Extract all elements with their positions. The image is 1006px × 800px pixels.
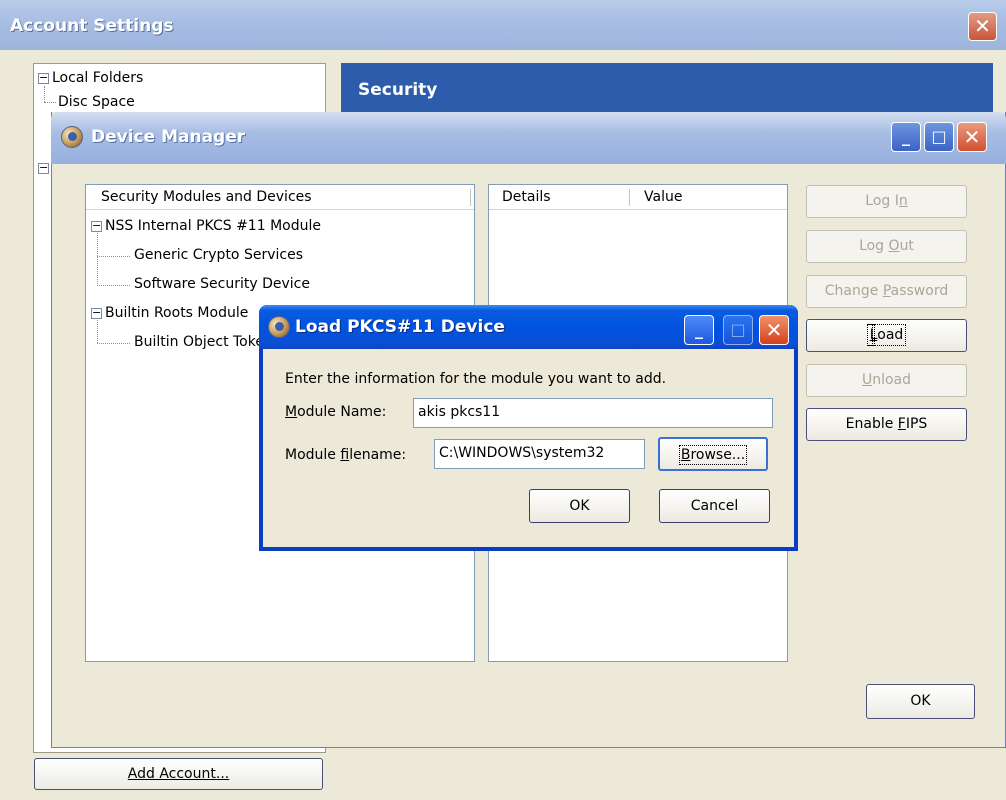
account-settings-title: Account Settings: [10, 16, 174, 36]
tree-item-local-folders[interactable]: − Local Folders: [38, 70, 143, 86]
instruction-text: Enter the information for the module you…: [285, 371, 667, 387]
module-filename-input[interactable]: C:\WINDOWS\system32: [434, 439, 645, 469]
modules-column-header[interactable]: Security Modules and Devices: [86, 185, 474, 210]
collapse-icon[interactable]: −: [91, 220, 102, 232]
tree-node-software-security[interactable]: Software Security Device: [134, 276, 310, 292]
collapse-icon[interactable]: −: [38, 72, 49, 84]
load-device-title: Load PKCS#11 Device: [295, 317, 505, 337]
collapse-icon[interactable]: −: [38, 162, 49, 174]
tree-item-account[interactable]: −: [38, 160, 52, 176]
maximize-icon[interactable]: □: [924, 122, 954, 152]
details-column-header[interactable]: Details Value: [489, 185, 787, 210]
panel-header-title: Security: [358, 80, 438, 100]
tree-connector: [44, 86, 45, 102]
account-settings-titlebar[interactable]: Account Settings ✕: [0, 0, 1006, 50]
load-device-titlebar[interactable]: Load PKCS#11 Device _ □ ✕: [259, 305, 798, 349]
tree-item-disc-space[interactable]: Disc Space: [58, 94, 135, 111]
close-icon[interactable]: ✕: [968, 12, 997, 41]
tree-connector: [44, 102, 56, 103]
app-icon: [268, 316, 290, 338]
tree-node-builtin-roots[interactable]: − Builtin Roots Module: [91, 305, 248, 321]
device-manager-titlebar[interactable]: Device Manager _ □ ✕: [51, 112, 1006, 164]
module-name-input[interactable]: akis pkcs11: [413, 398, 773, 428]
minimize-icon[interactable]: _: [891, 122, 921, 152]
ok-button[interactable]: OK: [529, 489, 630, 523]
unload-button[interactable]: Unload: [806, 364, 967, 397]
app-icon: [61, 126, 83, 148]
browse-button[interactable]: Browse...: [658, 437, 768, 471]
add-account-button[interactable]: Add Account...: [34, 758, 323, 790]
change-password-button[interactable]: Change Password: [806, 275, 967, 308]
load-button[interactable]: Load: [806, 319, 967, 352]
cancel-button[interactable]: Cancel: [659, 489, 770, 523]
module-filename-label: Module filename:: [285, 447, 407, 463]
enable-fips-button[interactable]: Enable FIPS: [806, 408, 967, 441]
tree-node-nss-module[interactable]: − NSS Internal PKCS #11 Module: [91, 218, 321, 234]
tree-node-builtin-object-token[interactable]: Builtin Object Token: [134, 334, 273, 350]
device-manager-title: Device Manager: [91, 127, 246, 147]
collapse-icon[interactable]: −: [91, 307, 102, 319]
close-icon[interactable]: ✕: [957, 122, 987, 152]
log-in-button[interactable]: Log In: [806, 185, 967, 218]
close-icon[interactable]: ✕: [759, 315, 789, 345]
log-out-button[interactable]: Log Out: [806, 230, 967, 263]
tree-node-generic-crypto[interactable]: Generic Crypto Services: [134, 247, 303, 263]
minimize-icon[interactable]: _: [684, 315, 714, 345]
maximize-icon[interactable]: □: [723, 315, 753, 345]
device-manager-ok-button[interactable]: OK: [866, 684, 975, 719]
module-name-label: Module Name:: [285, 404, 387, 420]
